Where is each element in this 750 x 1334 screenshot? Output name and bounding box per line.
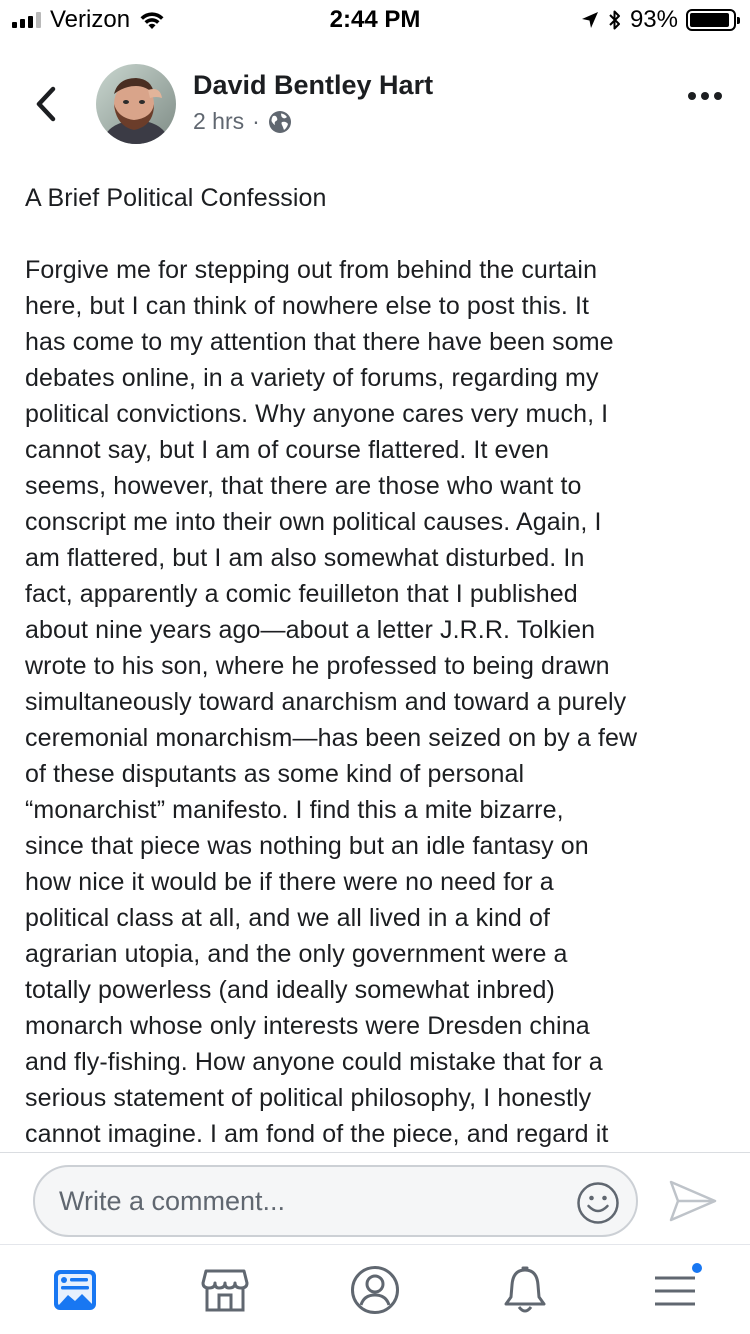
- post-text-line: wrote to his son, where he professed to …: [25, 652, 610, 680]
- post-text-line: has come to my attention that there have…: [25, 328, 614, 356]
- post-text-line: here, but I can think of nowhere else to…: [25, 292, 590, 320]
- tab-marketplace[interactable]: [200, 1265, 250, 1315]
- send-icon: [669, 1180, 717, 1222]
- tab-notifications[interactable]: [500, 1265, 550, 1315]
- post-text-line: conscript me into their own political ca…: [25, 508, 602, 536]
- post-text-line: debates online, in a variety of forums, …: [25, 364, 599, 392]
- bell-icon: [504, 1266, 546, 1313]
- post-text-line: political class at all, and we all lived…: [25, 904, 551, 932]
- status-bar: Verizon 2:44 PM 93%: [0, 0, 750, 40]
- bluetooth-icon: [609, 10, 620, 30]
- post-text: Forgive me for stepping out from behind …: [25, 252, 730, 1152]
- smiley-icon: [577, 1182, 619, 1224]
- more-options-button[interactable]: [688, 92, 722, 100]
- post-text-line: and fly-fishing. How anyone could mistak…: [25, 1048, 603, 1076]
- author-name[interactable]: David Bentley Hart: [193, 70, 433, 101]
- location-arrow-icon: [581, 12, 598, 28]
- post-text-line: am flattered, but I am also somewhat dis…: [25, 544, 585, 572]
- comment-input[interactable]: Write a comment...: [33, 1165, 638, 1237]
- post-title: A Brief Political Confession: [25, 184, 327, 212]
- post-text-line: “monarchist” manifesto. I find this a mi…: [25, 796, 564, 824]
- tab-profile[interactable]: [350, 1265, 400, 1315]
- battery-fill: [690, 13, 730, 27]
- post-text-line: seems, however, that there are those who…: [25, 472, 582, 500]
- author-avatar[interactable]: [96, 64, 176, 144]
- avatar-image: [96, 64, 176, 144]
- tab-menu[interactable]: [650, 1261, 704, 1315]
- post-text-line: agrarian utopia, and the only government…: [25, 940, 568, 968]
- profile-icon: [351, 1266, 399, 1314]
- post-text-line: serious statement of political philosoph…: [25, 1084, 592, 1112]
- news-feed-icon: [54, 1270, 96, 1310]
- chevron-left-icon: [36, 86, 56, 122]
- menu-badge-dot: [690, 1261, 704, 1275]
- status-right: 93%: [580, 6, 740, 34]
- comment-placeholder: Write a comment...: [59, 1185, 286, 1216]
- send-button[interactable]: [668, 1179, 718, 1223]
- emoji-button[interactable]: [576, 1181, 620, 1225]
- post-text-line: totally powerless (and ideally somewhat …: [25, 976, 555, 1004]
- post-text-line: since that piece was nothing but an idle…: [25, 832, 589, 860]
- post-meta: 2 hrs ·: [193, 108, 292, 135]
- post-text-line: political convictions. Why anyone cares …: [25, 400, 609, 428]
- tab-news-feed[interactable]: [50, 1265, 100, 1315]
- marketplace-icon: [201, 1269, 249, 1312]
- post-header: David Bentley Hart 2 hrs ·: [0, 56, 750, 156]
- post-timestamp[interactable]: 2 hrs: [193, 108, 244, 135]
- post-text-line: cannot imagine. I am fond of the piece, …: [25, 1120, 609, 1148]
- battery-percent: 93%: [629, 6, 678, 33]
- post-text-line: monarch whose only interests were Dresde…: [25, 1012, 590, 1040]
- post-text-line: about nine years ago—about a letter J.R.…: [25, 616, 596, 644]
- post-text-line: of these disputants as some kind of pers…: [25, 760, 525, 788]
- post-text-line: cannot say, but I am of course flattered…: [25, 436, 550, 464]
- more-dot-icon: [688, 92, 696, 100]
- comment-bar: Write a comment...: [0, 1152, 750, 1244]
- more-dot-icon: [701, 92, 709, 100]
- more-dot-icon: [714, 92, 722, 100]
- post-text-line: ceremonial monarchism—has been seized on…: [25, 724, 638, 752]
- meta-separator: ·: [252, 108, 260, 134]
- post-body: A Brief Political Confession Forgive me …: [25, 180, 730, 1152]
- bottom-tab-bar: [0, 1244, 750, 1334]
- back-button[interactable]: [28, 84, 64, 124]
- battery-icon: [686, 9, 740, 31]
- globe-icon: [268, 110, 291, 133]
- post-text-line: how nice it would be if there were no ne…: [25, 868, 554, 896]
- post-text-line: Forgive me for stepping out from behind …: [25, 256, 598, 284]
- post-text-line: fact, apparently a comic feuilleton that…: [25, 580, 578, 608]
- menu-icon: [655, 1276, 695, 1306]
- post-text-line: simultaneously toward anarchism and towa…: [25, 688, 627, 716]
